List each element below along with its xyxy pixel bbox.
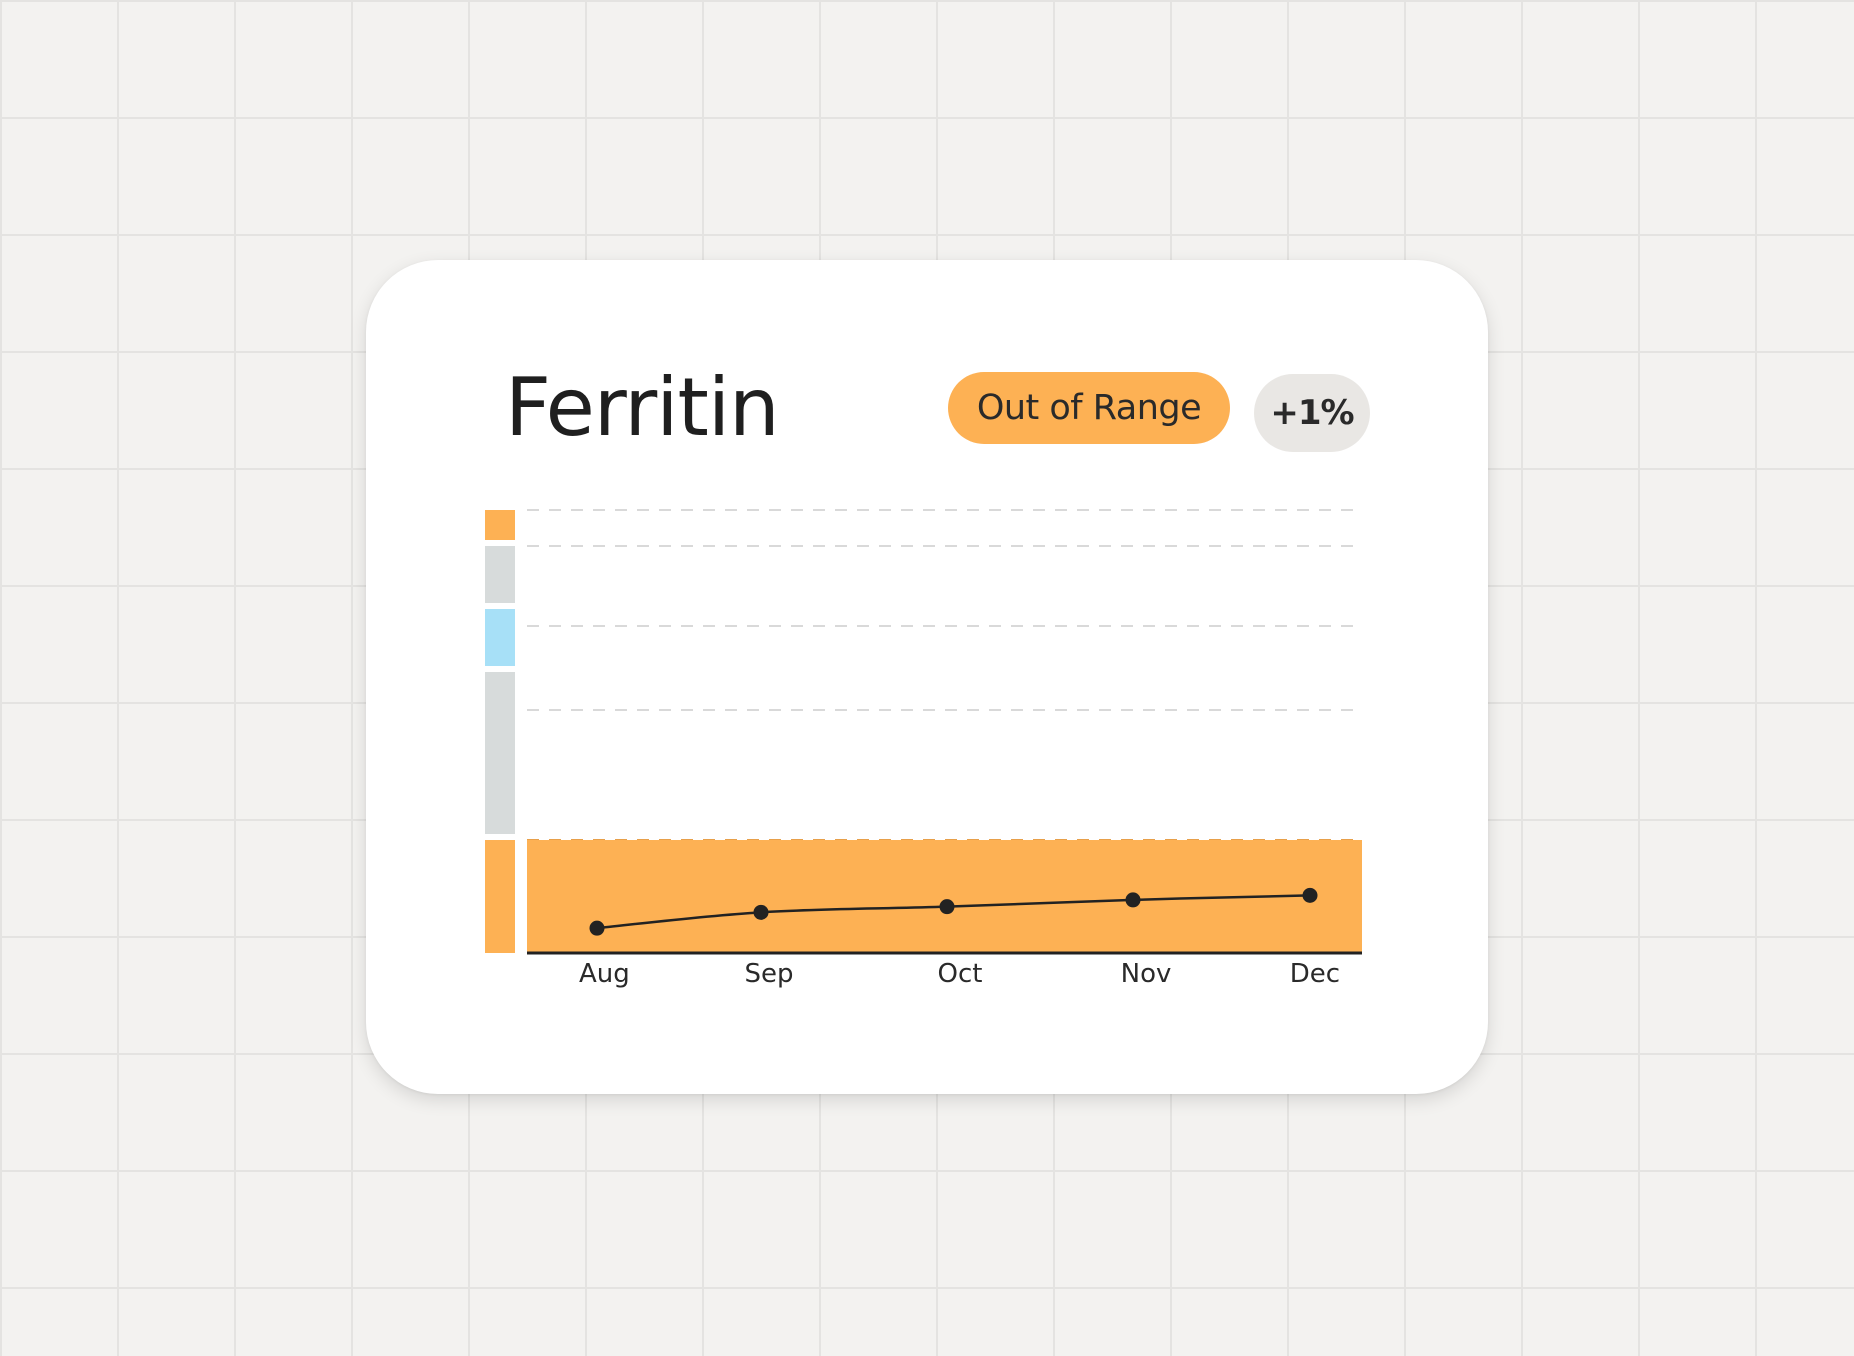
data-point-nov: [1125, 892, 1141, 908]
x-tick-label: Sep: [744, 959, 793, 989]
data-point-aug: [589, 920, 605, 936]
range-band-normal-low: [485, 672, 515, 834]
ferritin-card: Ferritin Out of Range +1% Aug Sep Oct Nov De…: [366, 260, 1488, 1094]
x-tick-label: Oct: [938, 959, 983, 989]
x-tick-label: Aug: [579, 959, 630, 989]
range-band-optimal: [485, 609, 515, 666]
ferritin-chart: Aug Sep Oct Nov Dec: [485, 509, 1362, 989]
data-point-sep: [753, 904, 769, 920]
x-tick-label: Dec: [1290, 959, 1340, 989]
data-point-oct: [939, 899, 955, 915]
range-band-out-of-range-low: [485, 840, 515, 953]
data-point-dec: [1302, 887, 1318, 903]
gridlines: [527, 509, 1362, 841]
range-band-out-of-range-high: [485, 510, 515, 540]
x-tick-labels: Aug Sep Oct Nov Dec: [579, 959, 1340, 989]
x-tick-label: Nov: [1121, 959, 1172, 989]
range-band-scale: [485, 510, 515, 953]
range-band-normal-high: [485, 546, 515, 603]
